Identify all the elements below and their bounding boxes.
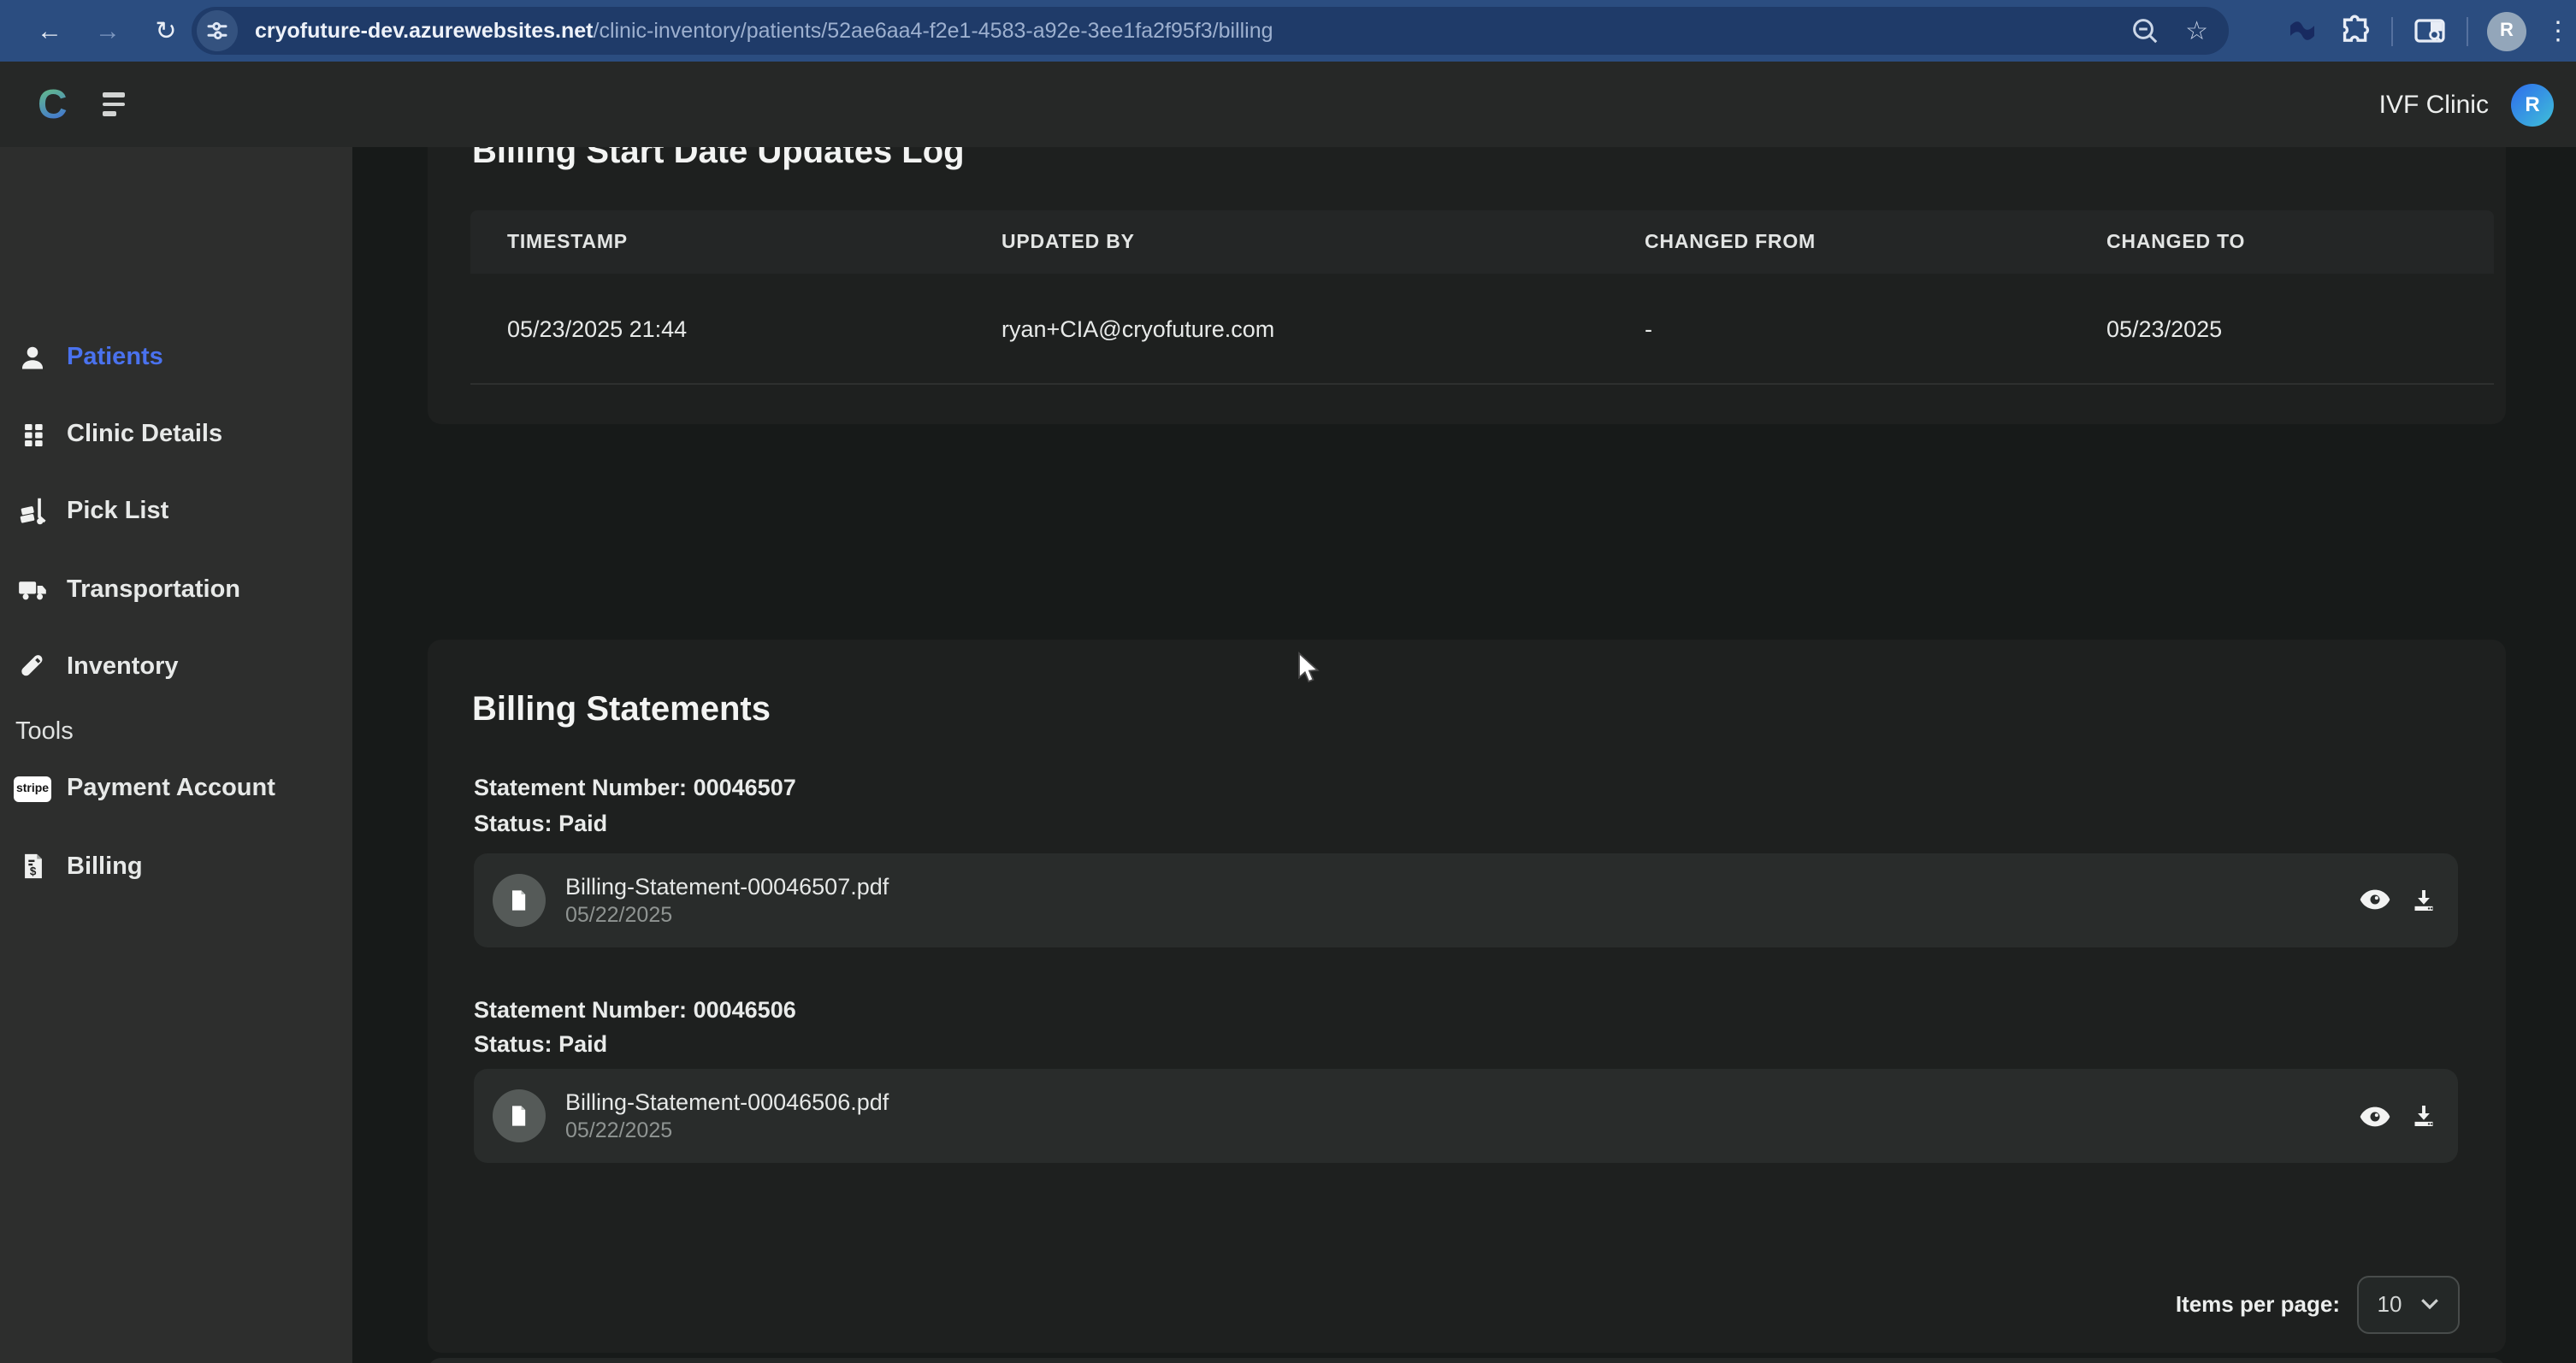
sidebar-item-payment-account[interactable]: stripe Payment Account bbox=[0, 759, 352, 817]
browser-profile-avatar[interactable]: R bbox=[2487, 11, 2526, 50]
sidebar-item-label: Patients bbox=[67, 343, 163, 370]
view-file-eye-icon[interactable] bbox=[2356, 1099, 2392, 1133]
log-table-row: 05/23/2025 21:44 ryan+CIA@cryofuture.com… bbox=[470, 274, 2494, 385]
statement-number-value: 00046507 bbox=[694, 774, 796, 800]
extensions-puzzle-icon[interactable] bbox=[2338, 14, 2372, 48]
file-name: Billing-Statement-00046507.pdf bbox=[565, 873, 889, 899]
sidebar-item-pick-list[interactable]: Pick List bbox=[0, 481, 352, 540]
column-header: CHANGED TO bbox=[2106, 232, 2494, 252]
items-per-page-value: 10 bbox=[2378, 1291, 2402, 1317]
sidebar-nav: Patients Clinic Details P bbox=[0, 147, 352, 1363]
sidebar-item-label: Pick List bbox=[67, 497, 168, 524]
cell-changed-to: 05/23/2025 bbox=[2106, 316, 2494, 341]
forward-button[interactable]: → bbox=[86, 16, 130, 45]
sidebar-section-tools: Tools bbox=[15, 718, 74, 746]
site-info-button[interactable] bbox=[197, 10, 238, 51]
bookmark-star-icon[interactable]: ☆ bbox=[2185, 18, 2208, 44]
file-name: Billing-Statement-00046506.pdf bbox=[565, 1089, 889, 1115]
billing-log-panel: Billing Start Date Updates Log TIMESTAMP… bbox=[428, 103, 2506, 423]
truck-icon bbox=[14, 573, 51, 605]
file-circle-icon bbox=[492, 873, 545, 926]
patients-person-icon bbox=[14, 341, 51, 372]
view-file-eye-icon[interactable] bbox=[2356, 882, 2392, 917]
clinic-name-label: IVF Clinic bbox=[2379, 90, 2489, 119]
cell-changed-from: - bbox=[1645, 316, 2106, 341]
cell-updated-by: ryan+CIA@cryofuture.com bbox=[1001, 316, 1645, 341]
svg-text:$: $ bbox=[29, 864, 36, 877]
statement-file-card[interactable]: Billing-Statement-00046506.pdf 05/22/202… bbox=[473, 1069, 2457, 1163]
sidebar-item-billing[interactable]: $ Billing bbox=[0, 837, 352, 895]
browser-menu-button[interactable]: ⋮ bbox=[2545, 15, 2562, 46]
cell-timestamp: 05/23/2025 21:44 bbox=[507, 316, 1001, 341]
download-file-icon[interactable] bbox=[2408, 883, 2438, 916]
menu-toggle-button[interactable] bbox=[103, 93, 126, 116]
grid-icon bbox=[14, 418, 51, 449]
log-table-header: TIMESTAMP UPDATED BY CHANGED FROM CHANGE… bbox=[470, 210, 2494, 274]
app-logo-icon[interactable]: C bbox=[38, 83, 68, 126]
sidebar-item-label: Payment Account bbox=[67, 775, 275, 802]
next-section-panel-edge bbox=[428, 1357, 2506, 1363]
statement-status-value: Paid bbox=[558, 810, 607, 835]
back-button[interactable]: ← bbox=[27, 16, 72, 45]
user-avatar[interactable]: R bbox=[2511, 83, 2554, 126]
statement-status-value: Paid bbox=[558, 1030, 607, 1056]
file-circle-icon bbox=[492, 1089, 545, 1142]
statement-number-line: Statement Number: 00046507 bbox=[474, 774, 796, 801]
billing-receipt-icon: $ bbox=[14, 850, 51, 882]
zoom-indicator-icon[interactable] bbox=[2129, 15, 2159, 46]
app-header: C IVF Clinic R bbox=[0, 62, 2576, 147]
download-file-icon[interactable] bbox=[2408, 1100, 2438, 1132]
statements-panel-title: Billing Statements bbox=[472, 688, 771, 729]
statement-file-card[interactable]: Billing-Statement-00046507.pdf 05/22/202… bbox=[473, 853, 2457, 947]
statement-number-line: Statement Number: 00046506 bbox=[474, 996, 796, 1024]
paginator: Items per page: 10 bbox=[2176, 1275, 2460, 1333]
side-panel-search-icon[interactable] bbox=[2412, 14, 2448, 48]
url-text: cryofuture-dev.azurewebsites.net/clinic-… bbox=[255, 19, 1273, 43]
reload-button[interactable]: ↻ bbox=[144, 15, 188, 46]
tune-icon bbox=[204, 17, 231, 44]
items-per-page-label: Items per page: bbox=[2176, 1291, 2340, 1317]
toolbar-divider bbox=[2391, 16, 2393, 45]
test-tube-icon bbox=[14, 652, 51, 682]
sidebar-item-clinic-details[interactable]: Clinic Details bbox=[0, 404, 352, 463]
sidebar-item-label: Clinic Details bbox=[67, 420, 222, 447]
items-per-page-select[interactable]: 10 bbox=[2357, 1275, 2460, 1333]
sidebar-item-label: Billing bbox=[67, 853, 143, 880]
mouse-cursor bbox=[1297, 652, 1322, 687]
sidebar-item-label: Inventory bbox=[67, 653, 179, 681]
column-header: CHANGED FROM bbox=[1645, 232, 2106, 252]
file-date: 05/22/2025 bbox=[565, 902, 889, 926]
address-bar[interactable]: cryofuture-dev.azurewebsites.net/clinic-… bbox=[192, 7, 2229, 55]
file-date: 05/22/2025 bbox=[565, 1118, 889, 1142]
statement-status-line: Status: Paid bbox=[474, 810, 607, 837]
column-header: TIMESTAMP bbox=[507, 232, 1001, 252]
statement-number-value: 00046506 bbox=[694, 996, 796, 1022]
sidebar-item-patients[interactable]: Patients bbox=[0, 327, 352, 386]
sidebar-item-label: Transportation bbox=[67, 575, 240, 603]
toolbar-divider bbox=[2467, 16, 2468, 45]
chevron-down-icon bbox=[2420, 1298, 2439, 1310]
billing-statements-panel: Billing Statements Statement Number: 000… bbox=[428, 639, 2506, 1352]
screen: ← → ↻ cryofuture-dev.azurewebsites.net/c… bbox=[0, 0, 2576, 1363]
extension-flag-icon[interactable] bbox=[2285, 14, 2319, 48]
sidebar-item-transportation[interactable]: Transportation bbox=[0, 560, 352, 618]
statement-status-line: Status: Paid bbox=[474, 1030, 607, 1058]
column-header: UPDATED BY bbox=[1001, 232, 1645, 252]
sidebar-item-inventory[interactable]: Inventory bbox=[0, 638, 352, 696]
stripe-badge-icon: stripe bbox=[14, 776, 51, 801]
hand-truck-icon bbox=[14, 494, 51, 527]
browser-toolbar: ← → ↻ cryofuture-dev.azurewebsites.net/c… bbox=[0, 0, 2576, 62]
